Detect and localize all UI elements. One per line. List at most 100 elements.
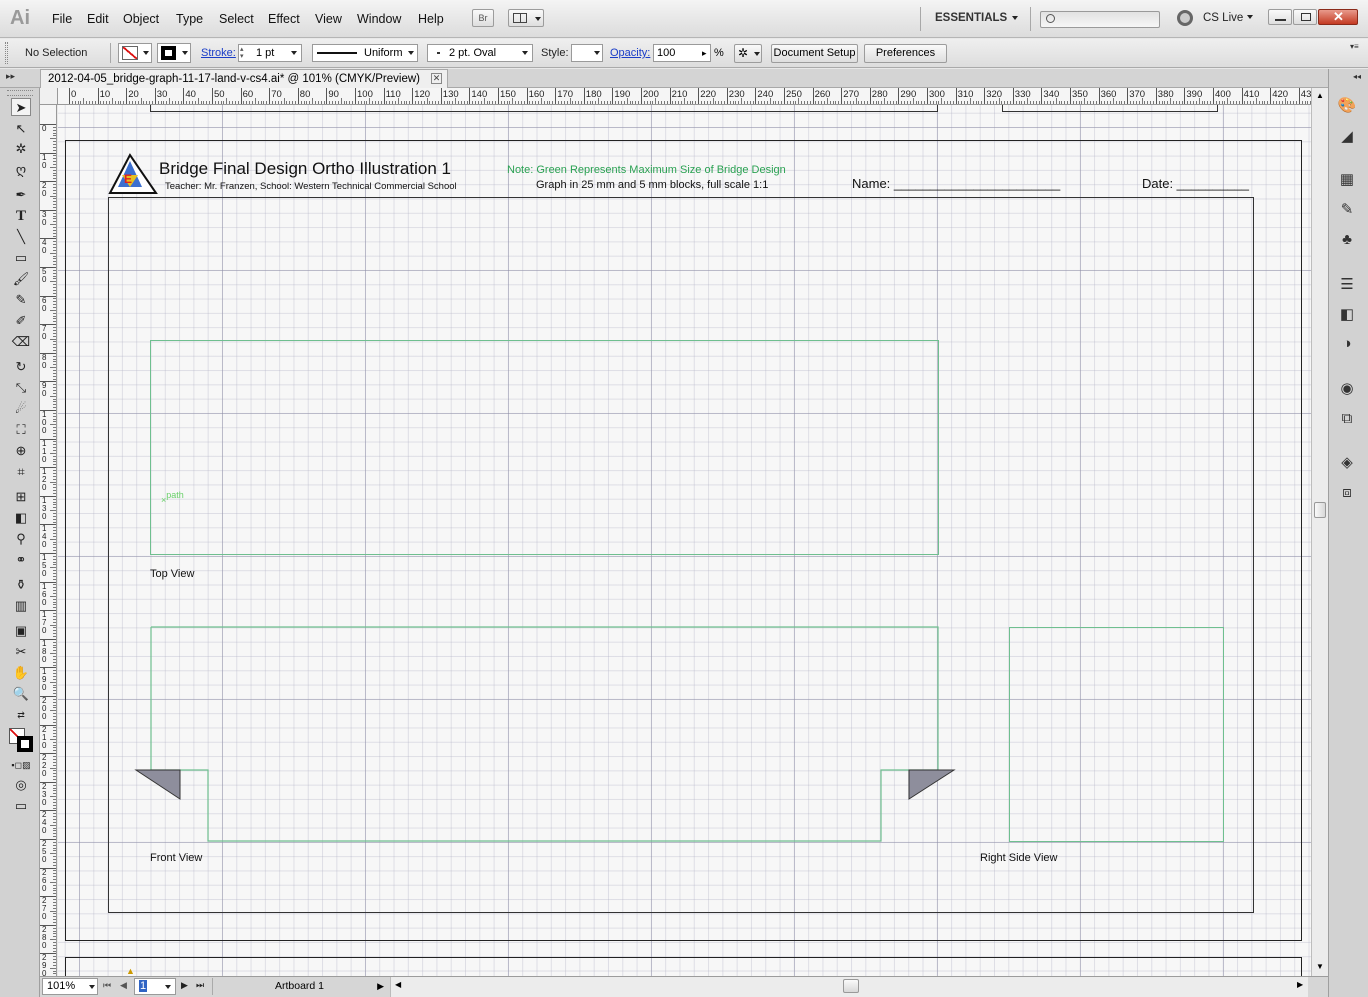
layers-panel-icon[interactable]: ◈ (1337, 453, 1357, 473)
perspective-grid-tool-icon[interactable]: ⌗ (11, 463, 31, 481)
paintbrush-tool-icon[interactable]: 🖌 (11, 270, 31, 288)
scroll-right-icon[interactable]: ▶ (1297, 980, 1303, 989)
stroke-panel-icon[interactable]: ☰ (1337, 275, 1357, 295)
scroll-up-icon[interactable]: ▲ (1316, 91, 1324, 100)
brush-definition[interactable]: 2 pt. Oval (427, 44, 533, 62)
workspace-switcher[interactable]: ESSENTIALS (935, 12, 1007, 24)
document-setup-button[interactable]: Document Setup (771, 44, 858, 63)
gradient-panel-icon[interactable]: ◧ (1337, 305, 1357, 325)
opacity-field[interactable]: 100 ▸ (653, 44, 711, 62)
horizontal-ruler[interactable]: 0 10 20 30 40 50 60 70 80 90 100 110 120 130 140 150 160… (58, 88, 1311, 105)
top-view-max-outline[interactable] (150, 340, 939, 555)
scroll-down-icon[interactable]: ▼ (1316, 962, 1324, 971)
hand-tool-icon[interactable]: ✋ (11, 664, 31, 682)
vertical-ruler[interactable]: 0 1 0 2 0 3 0 4 0 5 0 6 0 7 0 8 0 9 0 1 0 0 1 1 0 1 … (40, 105, 57, 976)
column-graph-tool-icon[interactable]: ▥ (11, 597, 31, 615)
stroke-swatch[interactable] (157, 43, 191, 63)
horizontal-scrollbar[interactable]: ◀ ▶ (390, 977, 1308, 997)
first-artboard-icon[interactable]: ⏮ (103, 980, 111, 991)
menu-edit[interactable]: Edit (87, 12, 109, 26)
right-side-view-max-outline[interactable] (1009, 627, 1224, 842)
gradient-tool-icon[interactable]: ◧ (11, 509, 31, 527)
swatches-panel-icon[interactable]: ▦ (1337, 170, 1357, 190)
stroke-weight-field[interactable]: ▴ ▾ 1 pt (238, 44, 302, 62)
mesh-tool-icon[interactable]: ⊞ (11, 488, 31, 506)
selection-tool-icon[interactable]: ➤ (11, 98, 31, 116)
menu-file[interactable]: File (52, 12, 72, 26)
eyedropper-tool-icon[interactable]: ⚲ (11, 530, 31, 548)
ruler-origin[interactable] (40, 88, 58, 105)
h-scroll-thumb[interactable] (843, 979, 859, 993)
zoom-field[interactable]: 101% (42, 978, 98, 995)
type-tool-icon[interactable]: T (11, 207, 31, 225)
last-artboard-icon[interactable]: ⏭ (196, 980, 204, 991)
menu-effect[interactable]: Effect (268, 12, 300, 26)
color-mode-icons[interactable]: ▪◻▨ (11, 756, 31, 774)
vertical-scrollbar[interactable]: ▲ ▼ (1311, 88, 1328, 976)
previous-artboard-icon[interactable]: ◀ (120, 980, 127, 991)
scroll-thumb[interactable] (1314, 502, 1326, 518)
document-tab[interactable]: 2012-04-05_bridge-graph-11-17-land-v-cs4… (40, 69, 448, 88)
variable-width-profile[interactable]: Uniform (312, 44, 418, 62)
graphic-style-picker[interactable] (571, 44, 603, 62)
close-tab-icon[interactable]: ✕ (431, 73, 442, 84)
appearance-panel-icon[interactable]: ◉ (1337, 379, 1357, 399)
symbols-panel-icon[interactable]: ♣ (1337, 230, 1357, 250)
artboards-panel-icon[interactable]: ⧈ (1337, 483, 1357, 503)
opacity-panel-link[interactable]: Opacity: (610, 47, 650, 59)
line-tool-icon[interactable]: ╲ (11, 228, 31, 246)
pencil-tool-icon[interactable]: ✎ (11, 291, 31, 309)
swap-colors-icon[interactable]: ⇄ (11, 706, 31, 724)
rectangle-tool-icon[interactable]: ▭ (11, 249, 31, 267)
status-menu-arrow-icon[interactable]: ▶ (377, 978, 384, 995)
menu-object[interactable]: Object (123, 12, 159, 26)
menu-window[interactable]: Window (357, 12, 401, 26)
transparency-panel-icon[interactable]: ◑ (1337, 334, 1357, 354)
warp-tool-icon[interactable]: ☄ (11, 400, 31, 418)
isolate-button[interactable]: ✲ (734, 44, 762, 63)
menu-select[interactable]: Select (219, 12, 254, 26)
shape-builder-tool-icon[interactable]: ⊕ (11, 442, 31, 460)
eraser-tool-icon[interactable]: ⌫ (11, 333, 31, 351)
lasso-tool-icon[interactable]: ღ (11, 161, 31, 179)
preferences-button[interactable]: Preferences (864, 44, 947, 63)
blob-brush-tool-icon[interactable]: ✐ (11, 312, 31, 330)
artboard-number-field[interactable]: 1 (134, 978, 176, 995)
cs-live-menu[interactable]: CS Live (1203, 12, 1243, 24)
scroll-left-icon[interactable]: ◀ (395, 980, 401, 989)
color-guide-panel-icon[interactable]: ◢ (1337, 127, 1357, 147)
canvas[interactable]: ▲ E Bridge Final Design Ortho Illustrati… (58, 105, 1311, 976)
brushes-panel-icon[interactable]: ✎ (1337, 200, 1357, 220)
artboard-2[interactable]: ▲ (65, 957, 1302, 976)
menu-type[interactable]: Type (176, 12, 203, 26)
menu-view[interactable]: View (315, 12, 342, 26)
front-view-drawing[interactable] (128, 620, 968, 850)
search-input[interactable] (1040, 11, 1160, 28)
direct-selection-tool-icon[interactable]: ↖ (11, 120, 31, 138)
pen-tool-icon[interactable]: ✒ (11, 186, 31, 204)
fill-stroke-proxy[interactable] (9, 728, 35, 754)
restore-button[interactable] (1293, 9, 1317, 25)
bridge-button[interactable]: Br (472, 9, 494, 27)
screen-mode-icon[interactable]: ▭ (11, 797, 31, 815)
next-artboard-icon[interactable]: ▶ (181, 980, 188, 991)
slice-tool-icon[interactable]: ✂ (11, 643, 31, 661)
zoom-tool-icon[interactable]: 🔍 (11, 685, 31, 703)
fill-swatch[interactable] (118, 43, 152, 63)
scale-tool-icon[interactable]: ⤡ (11, 379, 31, 397)
blend-tool-icon[interactable]: ⚭ (11, 551, 31, 569)
arrange-documents-button[interactable] (508, 9, 544, 27)
rotate-tool-icon[interactable]: ↻ (11, 358, 31, 376)
collapse-arrows-icon[interactable]: ◂◂ (1353, 72, 1361, 81)
stroke-panel-link[interactable]: Stroke: (201, 47, 236, 59)
artboard-tool-icon[interactable]: ▣ (11, 622, 31, 640)
free-transform-tool-icon[interactable]: ⛶ (11, 421, 31, 439)
status-info[interactable]: Artboard 1 ▶ (212, 978, 386, 995)
close-button[interactable]: ✕ (1318, 9, 1358, 25)
minimize-button[interactable] (1268, 9, 1292, 25)
symbol-sprayer-tool-icon[interactable]: ⚱ (11, 576, 31, 594)
graphic-styles-panel-icon[interactable]: ⧉ (1337, 409, 1357, 429)
drawing-mode-icon[interactable]: ◎ (11, 776, 31, 794)
menu-help[interactable]: Help (418, 12, 444, 26)
color-panel-icon[interactable]: 🎨 (1337, 96, 1357, 116)
